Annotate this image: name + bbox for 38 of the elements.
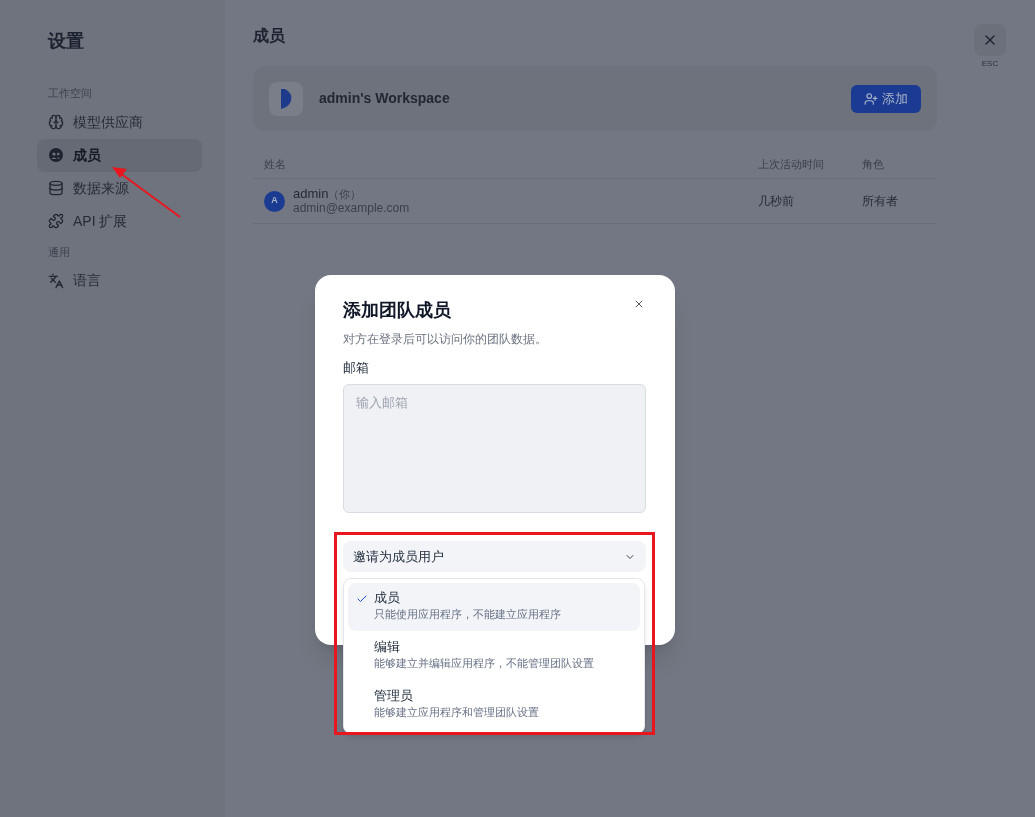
role-description: 能够建立并编辑应用程序，不能管理团队设置	[374, 656, 594, 671]
role-option[interactable]: 编辑 能够建立并编辑应用程序，不能管理团队设置	[348, 632, 640, 680]
sidebar-item[interactable]: 成员	[37, 138, 202, 172]
role-select[interactable]: 邀请为成员用户	[343, 541, 646, 572]
sidebar-item[interactable]: API 扩展	[37, 204, 202, 238]
sidebar-item[interactable]: 语言	[37, 264, 202, 297]
user-email: admin@example.com	[293, 201, 410, 215]
user-name: admin	[293, 187, 329, 201]
database-icon	[48, 180, 64, 196]
brain-icon	[48, 114, 64, 130]
role-option[interactable]: 管理员 能够建立应用程序和管理团队设置	[348, 681, 640, 729]
role-description: 只能使用应用程序，不能建立应用程序	[374, 607, 561, 622]
dialog-description: 对方在登录后可以访问你的团队数据。	[343, 331, 548, 348]
esc-hint: ESC	[981, 58, 999, 70]
role-name: 管理员	[374, 688, 414, 704]
add-button[interactable]: 添加	[851, 84, 921, 113]
members-icon	[48, 147, 64, 163]
sidebar-item[interactable]: 模型供应商	[37, 105, 202, 139]
role-description: 能够建立应用程序和管理团队设置	[374, 705, 539, 720]
user-avatar: A	[264, 190, 285, 212]
page-title: 成员	[253, 26, 285, 46]
puzzle-icon	[48, 213, 64, 229]
workspace-logo	[269, 81, 303, 116]
role-cell-text: 所有者	[862, 193, 899, 210]
role-name: 成员	[374, 590, 401, 606]
sidebar-item[interactable]: 数据来源	[37, 171, 202, 205]
close-icon[interactable]	[633, 298, 645, 310]
settings-title: 设置	[46, 30, 85, 53]
email-field[interactable]: 输入邮箱	[343, 383, 646, 513]
last-active-cell-text: 几秒前	[758, 193, 795, 210]
role-name: 编辑	[374, 639, 401, 655]
role-option[interactable]: 成员 只能使用应用程序，不能建立应用程序	[348, 583, 640, 631]
language-icon	[48, 272, 64, 289]
dialog-title: 添加团队成员	[343, 299, 451, 322]
check-icon	[356, 593, 368, 605]
user-plus-icon	[864, 91, 878, 106]
workspace-name: admin's Workspace	[319, 89, 451, 108]
email-label: 邮箱	[343, 359, 369, 377]
